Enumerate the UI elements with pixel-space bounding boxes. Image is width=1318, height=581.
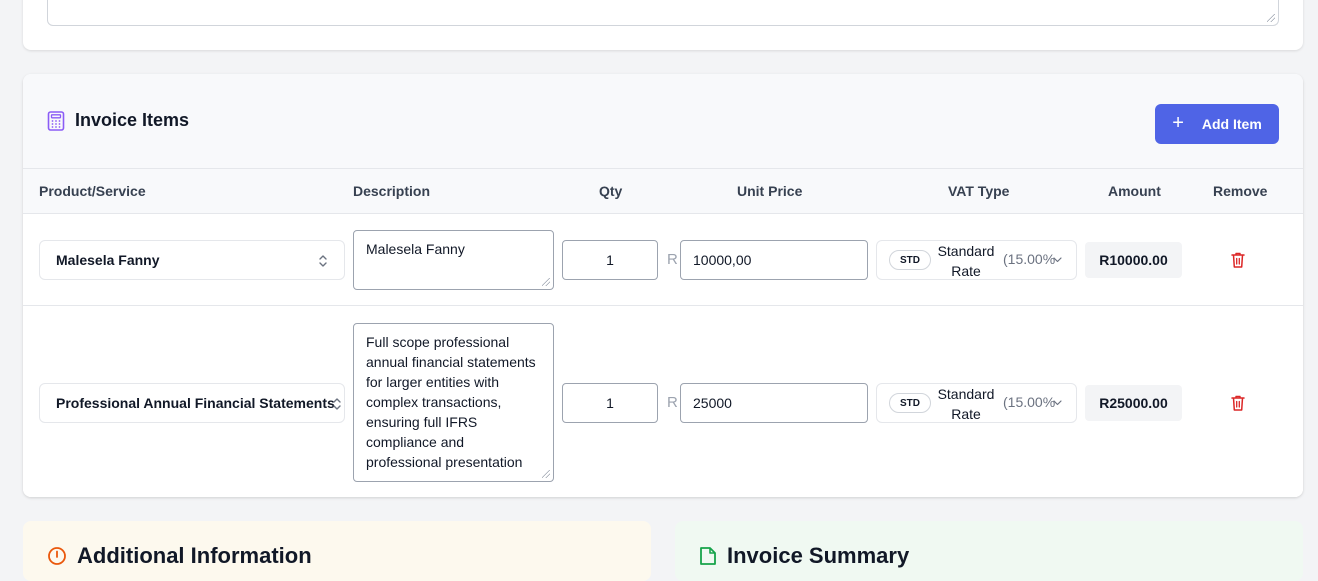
invoice-items-title: Invoice Items [75,110,190,130]
qty-value: 1 [606,395,614,411]
qty-input[interactable]: 1 [562,240,658,280]
product-select-value: Professional Annual Financial Statements [56,395,335,411]
add-item-label: Add Item [1201,116,1262,132]
file-icon [700,547,716,565]
resize-grip-icon[interactable] [542,278,550,286]
column-header-description: Description [353,183,431,199]
qty-input[interactable]: 1 [562,383,658,423]
column-header-product: Product/Service [39,183,146,199]
qty-value: 1 [606,252,614,268]
description-textarea[interactable]: Malesela Fanny [353,230,554,290]
chevron-up-down-icon [319,255,327,267]
vat-type-select[interactable]: STD Standard Rate (15.00% [876,383,1077,423]
vat-badge: STD [889,250,931,270]
description-value: Malesela Fanny [366,241,465,257]
notes-card [23,0,1303,50]
additional-information-card: Additional Information [23,521,651,581]
column-header-unit-price: Unit Price [737,183,803,199]
unit-price-value: 10000,00 [693,252,752,268]
column-header-qty: Qty [599,183,623,199]
description-value: Full scope professional annual financial… [366,334,536,470]
table-row: Professional Annual Financial Statements… [23,307,1303,497]
resize-grip-icon[interactable] [542,470,550,478]
table-header: Product/Service Description Qty Unit Pri… [23,169,1303,214]
invoice-items-header: Invoice Items + Add Item [23,74,1303,169]
chevron-down-icon [1053,257,1062,263]
amount-value: R10000.00 [1085,242,1182,278]
invoice-summary-heading: Invoice Summary [699,543,909,569]
product-select-value: Malesela Fanny [56,252,160,268]
invoice-summary-card: Invoice Summary [675,521,1303,581]
invoice-summary-title: Invoice Summary [727,543,910,568]
vat-badge: STD [889,393,931,413]
resize-grip-icon[interactable] [1267,14,1275,22]
plus-icon: + [1172,112,1184,134]
trash-icon[interactable] [1230,394,1246,412]
vat-name-line1: Standard [937,386,995,402]
currency-prefix: R [667,394,678,411]
invoice-items-card: Invoice Items + Add Item Product/Service… [23,74,1303,497]
additional-information-heading: Additional Information [47,543,312,569]
vat-name-line1: Standard [937,243,995,259]
section-title: Invoice Items [47,110,189,131]
chevron-up-down-icon [333,398,341,410]
additional-information-title: Additional Information [77,543,312,568]
vat-rate: (15.00% [1003,394,1056,410]
add-item-button[interactable]: + Add Item [1155,104,1279,144]
column-header-remove: Remove [1213,183,1268,199]
table-row: Malesela Fanny Malesela Fanny 1 R 10000,… [23,214,1303,306]
description-textarea[interactable]: Full scope professional annual financial… [353,323,554,482]
vat-name: Standard Rate [935,241,997,281]
unit-price-value: 25000 [693,395,732,411]
amount-value: R25000.00 [1085,385,1182,421]
column-header-vat-type: VAT Type [948,183,1010,199]
chevron-down-icon [1053,400,1062,406]
product-select[interactable]: Professional Annual Financial Statements [39,383,345,423]
vat-type-select[interactable]: STD Standard Rate (15.00% [876,240,1077,280]
column-header-amount: Amount [1108,183,1161,199]
product-select[interactable]: Malesela Fanny [39,240,345,280]
vat-name-line2: Rate [951,406,981,422]
currency-prefix: R [667,251,678,268]
vat-name: Standard Rate [935,384,997,424]
unit-price-input[interactable]: 25000 [680,383,868,423]
alert-circle-icon [48,547,66,565]
vat-rate: (15.00% [1003,251,1056,267]
notes-textarea[interactable] [47,0,1279,26]
trash-icon[interactable] [1230,251,1246,269]
unit-price-input[interactable]: 10000,00 [680,240,868,280]
vat-name-line2: Rate [951,263,981,279]
calculator-icon [47,110,65,131]
